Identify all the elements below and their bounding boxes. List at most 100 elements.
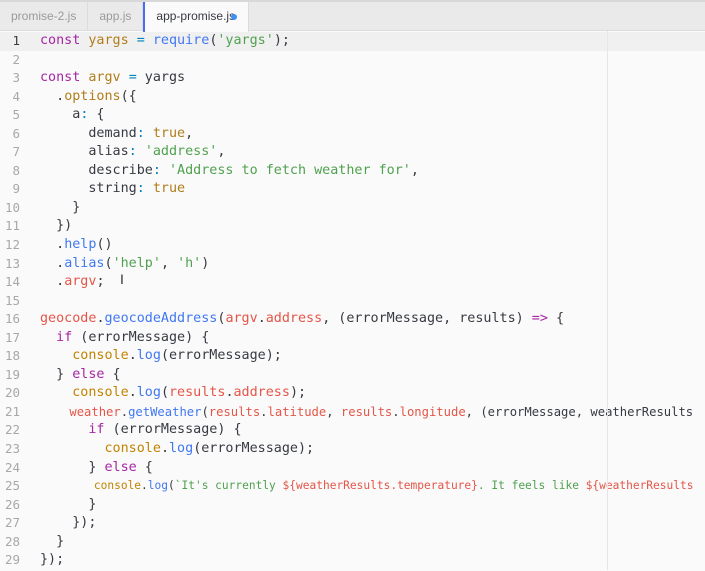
line-code: geocode.geocodeAddress(argv.address, (er… (28, 310, 564, 329)
code-token: . (120, 404, 129, 419)
code-line: 22 if (errorMessage) { (0, 421, 705, 440)
line-number: 3 (12, 70, 20, 86)
line-number: 14 (4, 274, 20, 290)
code-token: . (392, 404, 400, 419)
code-token: , (217, 144, 226, 160)
code-token: , (410, 162, 419, 178)
code-line: 25 console.log(`It's currently ${weather… (0, 477, 705, 496)
line-code: if (errorMessage) { (28, 421, 242, 440)
line-code: console.log(`It's currently ${weatherRes… (28, 477, 694, 496)
code-token: alias (64, 255, 105, 271)
line-code: demand: true, (28, 125, 193, 144)
code-token: (errorMessage) { (72, 329, 210, 345)
tab-label: app.js (99, 9, 132, 23)
code-line: 4 .options({ (0, 88, 705, 107)
code-token: ${ (282, 479, 297, 493)
code-token: }) (40, 218, 73, 234)
code-token: const (40, 70, 81, 86)
line-number: 24 (4, 459, 20, 475)
code-token: weather (69, 404, 121, 419)
code-line: 11 }) (0, 217, 705, 236)
line-number: 29 (4, 552, 20, 568)
code-token: . (96, 311, 105, 327)
code-token: (errorMessage); (160, 348, 282, 364)
code-token: : (136, 125, 145, 141)
code-token: => (531, 311, 548, 327)
code-token: geocode (40, 311, 97, 327)
tab-label: app-promise.js (156, 9, 236, 23)
code-token: , (160, 255, 178, 271)
code-line: 7 alias: 'address', (0, 143, 705, 162)
line-code: console.log(results.address); (28, 384, 306, 403)
code-editor[interactable]: I 1 const yargs = require('yargs'); 2 3 cons… (0, 31, 705, 570)
code-token: 'help' (112, 255, 161, 271)
line-number: 21 (4, 403, 20, 419)
line-code: }); (28, 551, 64, 570)
line-number: 27 (4, 515, 20, 531)
code-token: . (128, 348, 137, 364)
code-token: ) (201, 255, 210, 271)
code-token: (errorMessage); (193, 441, 315, 457)
code-token: } (40, 496, 97, 512)
line-number: 2 (12, 51, 20, 67)
code-token: if (56, 329, 73, 345)
code-token: ; (96, 274, 105, 290)
line-code: string: true (28, 180, 185, 199)
line-code: .alias('help', 'h') (28, 255, 209, 274)
code-token: : (136, 181, 145, 197)
code-token: describe (40, 162, 153, 178)
code-token: . (40, 255, 65, 271)
code-line: 23 console.log(errorMessage); (0, 440, 705, 459)
code-line: 14 .argv; (0, 273, 705, 292)
code-line: 2 (0, 51, 705, 70)
line-number: 12 (4, 237, 20, 253)
tab-promise-2-js[interactable]: promise-2.js (0, 2, 89, 30)
code-token: yargs (136, 70, 186, 86)
line-code: } else { (28, 459, 153, 478)
code-token: }); (40, 552, 65, 568)
code-token: ${weatherResults (585, 479, 694, 493)
line-number: 4 (12, 88, 20, 104)
code-token: 'h' (177, 255, 202, 271)
code-token: string (40, 181, 137, 197)
code-token: getWeather (128, 404, 202, 419)
line-number: 8 (12, 162, 20, 178)
code-token: . (260, 404, 268, 419)
code-token: (errorMessage) { (104, 422, 242, 438)
code-token: }); (40, 515, 97, 531)
line-code: console.log(errorMessage); (28, 440, 315, 459)
code-line: 5 a: { (0, 106, 705, 125)
code-token: help (64, 237, 97, 253)
line-number: 15 (4, 292, 20, 308)
code-token: () (96, 237, 113, 253)
code-token: } (40, 533, 65, 549)
modified-indicator-icon (231, 13, 238, 20)
tab-app-js[interactable]: app.js (88, 2, 144, 30)
line-number: 11 (4, 218, 20, 234)
code-token: : (128, 144, 137, 160)
code-token: . (225, 385, 234, 401)
code-token: log (169, 441, 194, 457)
line-number: 9 (12, 181, 20, 197)
code-token: `It's currently (174, 479, 283, 493)
code-token: a (40, 107, 81, 123)
line-code: const argv = yargs (28, 69, 185, 88)
code-token: , (185, 125, 194, 141)
tab-app-promise-js[interactable]: app-promise.js (143, 2, 250, 32)
code-token: ); (273, 33, 290, 48)
code-token: } (40, 459, 105, 475)
code-token: options (64, 88, 121, 104)
code-token: address (233, 385, 290, 401)
code-token: { (88, 107, 105, 123)
code-token: ( (104, 255, 113, 271)
code-token: else (104, 459, 137, 475)
line-number: 26 (4, 496, 20, 512)
code-token: , (errorMessage, weatherResults (465, 404, 694, 419)
